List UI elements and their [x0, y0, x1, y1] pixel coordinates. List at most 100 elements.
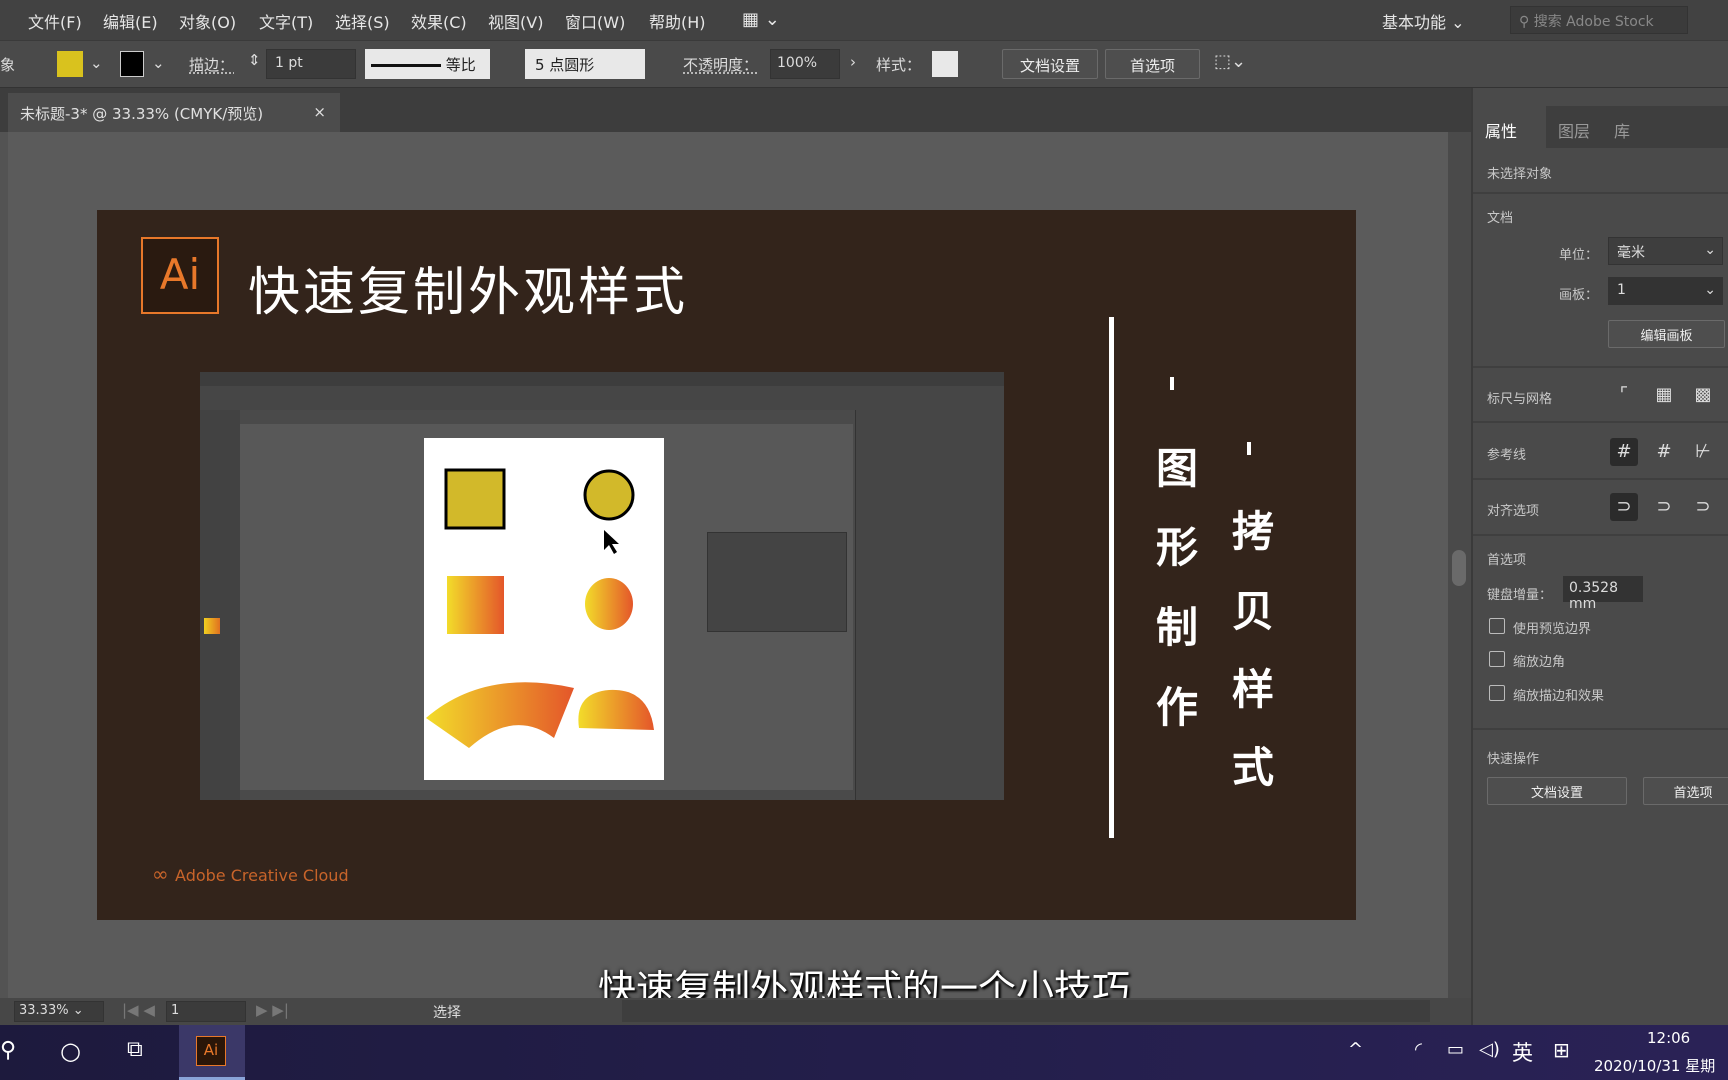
cortana-icon[interactable]: ○: [60, 1037, 81, 1065]
snap-to-pixel-icon[interactable]: ⊃: [1650, 493, 1678, 521]
menu-window[interactable]: 窗口(W): [565, 9, 625, 33]
stroke-profile-value: 等比: [445, 56, 476, 74]
zoom-select[interactable]: 33.33% ⌄: [14, 1001, 104, 1022]
layout-switcher-icon[interactable]: ▦ ⌄: [742, 9, 780, 30]
menu-file[interactable]: 文件(F): [28, 9, 82, 33]
use-preview-bounds-checkbox[interactable]: [1489, 618, 1505, 634]
quick-document-setup-button[interactable]: 文档设置: [1487, 777, 1627, 805]
zoom-value: 33.33%: [19, 1003, 69, 1018]
chevron-down-icon: ⌄: [1704, 242, 1716, 258]
battery-icon[interactable]: ▭: [1447, 1039, 1464, 1060]
tab-libraries[interactable]: 库: [1602, 106, 1658, 148]
smart-guides-icon[interactable]: ⊬: [1689, 438, 1717, 466]
document-tab-title: 未标题-3* @ 33.33% (CMYK/预览): [20, 105, 264, 123]
quick-actions-title: 快速操作: [1487, 752, 1540, 767]
properties-panel: 属性 图层 库 未选择对象 文档 单位： 毫米 ⌄ 画板： 1 ⌄ 编辑画板 标尺与…: [1471, 88, 1728, 1025]
task-view-icon[interactable]: ⧉: [127, 1037, 143, 1062]
document-section-title: 文档: [1487, 211, 1514, 226]
checkbox-label: 缩放描边和效果: [1513, 689, 1605, 704]
illustrator-icon: Ai: [196, 1036, 226, 1066]
vertical-text-char: 图: [1155, 444, 1198, 493]
gradient-circle: [585, 578, 633, 630]
tick-mark: [1170, 377, 1174, 390]
menu-object[interactable]: 对象(O): [179, 9, 236, 33]
artboard: Ai 快速复制外观样式 图 形 制 作 拷 贝 样 式 ∞ Adobe Crea…: [97, 210, 1356, 920]
artboard-label: 画板：: [1559, 288, 1599, 303]
selection-label: 象: [0, 56, 16, 74]
stroke-weight-field[interactable]: 1 pt: [266, 49, 356, 79]
stroke-stepper-icon[interactable]: ⇕: [248, 51, 261, 69]
scale-strokes-effects-checkbox[interactable]: [1489, 685, 1505, 701]
search-icon[interactable]: ⚲: [0, 1038, 16, 1063]
artboard-number: 1: [171, 1003, 180, 1018]
stroke-swatch[interactable]: [120, 51, 144, 77]
stroke-label[interactable]: 描边：: [189, 54, 234, 75]
transparency-grid-icon[interactable]: ▩: [1689, 381, 1717, 409]
current-tool-label: 选择: [433, 1005, 461, 1021]
scale-corners-checkbox[interactable]: [1489, 651, 1505, 667]
style-label: 样式：: [876, 56, 922, 74]
tab-properties[interactable]: 属性: [1473, 106, 1546, 148]
chevron-down-icon[interactable]: ⌄: [90, 54, 103, 72]
menu-help[interactable]: 帮助(H): [649, 9, 706, 33]
show-guides-icon[interactable]: #: [1610, 438, 1638, 466]
volume-icon[interactable]: ◁): [1479, 1039, 1500, 1060]
stock-search-input[interactable]: ⚲ 搜索 Adobe Stock: [1510, 6, 1688, 34]
preferences-button[interactable]: 首选项: [1105, 49, 1200, 79]
clock-date[interactable]: 2020/10/31 星期: [1594, 1055, 1715, 1076]
keyboard-increment-field[interactable]: 0.3528 mm: [1563, 576, 1643, 612]
vertical-scrollbar[interactable]: [1448, 132, 1471, 998]
clock-time[interactable]: 12:06: [1647, 1029, 1690, 1047]
next-artboard-icon[interactable]: ▶ ▶|: [256, 1001, 289, 1019]
document-tab[interactable]: 未标题-3* @ 33.33% (CMYK/预览) ×: [8, 93, 340, 132]
select-similar-icon[interactable]: ⬚⌄: [1214, 51, 1246, 72]
chevron-right-icon[interactable]: ›: [850, 53, 856, 71]
ruler-icon[interactable]: ⌜: [1610, 381, 1638, 409]
rulers-grids-label: 标尺与网格: [1487, 392, 1553, 407]
control-bar: 象 ⌄ ⌄ 描边： ⇕ 1 pt 等比 5 点圆形 不透明度： 100% › 样…: [0, 40, 1728, 88]
keyboard-increment-label: 键盘增量：: [1487, 588, 1553, 603]
artboard-value: 1: [1617, 282, 1626, 298]
stroke-profile-select[interactable]: 等比: [365, 49, 490, 79]
wifi-icon[interactable]: ◜: [1415, 1039, 1422, 1060]
quick-preferences-button[interactable]: 首选项: [1643, 777, 1728, 805]
menu-effect[interactable]: 效果(C): [411, 9, 467, 33]
menu-view[interactable]: 视图(V): [488, 9, 543, 33]
lock-guides-icon[interactable]: #: [1650, 438, 1678, 466]
chevron-down-icon[interactable]: ⌄: [152, 54, 165, 72]
chevron-up-icon[interactable]: ^: [1348, 1039, 1363, 1060]
ai-logo: Ai: [141, 237, 219, 314]
opacity-value: 100%: [777, 55, 818, 71]
style-swatch[interactable]: [932, 51, 958, 77]
grid-icon[interactable]: ▦: [1650, 381, 1678, 409]
menu-select[interactable]: 选择(S): [335, 9, 390, 33]
yellow-circle: [583, 469, 635, 521]
ime-indicator[interactable]: 英: [1512, 1037, 1533, 1067]
first-artboard-icon[interactable]: |◀ ◀: [122, 1001, 155, 1019]
brush-select[interactable]: 5 点圆形: [525, 49, 645, 79]
units-select[interactable]: 毫米 ⌄: [1608, 237, 1723, 265]
edit-artboards-button[interactable]: 编辑画板: [1608, 320, 1725, 348]
menu-edit[interactable]: 编辑(E): [103, 9, 158, 33]
opacity-field[interactable]: 100%: [770, 49, 840, 79]
fill-swatch[interactable]: [57, 51, 83, 77]
ime-mode-icon[interactable]: ⊞: [1553, 1038, 1570, 1062]
menu-type[interactable]: 文字(T): [259, 9, 313, 33]
snap-to-point-icon[interactable]: ⊃: [1610, 493, 1638, 521]
horizontal-scrollbar[interactable]: [622, 1000, 1430, 1022]
stroke-weight-value: 1 pt: [275, 55, 303, 71]
scroll-thumb[interactable]: [1452, 550, 1466, 586]
tab-layers[interactable]: 图层: [1546, 106, 1602, 148]
embedded-artboard: [424, 438, 664, 780]
close-icon[interactable]: ×: [313, 103, 326, 121]
vertical-text-char: 式: [1231, 743, 1274, 792]
preferences-section-title: 首选项: [1487, 553, 1527, 568]
workspace-switcher[interactable]: 基本功能 ⌄: [1382, 9, 1465, 33]
artboard-select[interactable]: 1: [166, 1001, 246, 1022]
divider-line: [1109, 317, 1114, 838]
document-setup-button[interactable]: 文档设置: [1002, 49, 1098, 79]
taskbar-illustrator[interactable]: Ai: [179, 1025, 245, 1080]
opacity-label[interactable]: 不透明度：: [683, 54, 758, 75]
snap-to-glyph-icon[interactable]: ⊃: [1689, 493, 1717, 521]
artboard-field[interactable]: 1 ⌄: [1608, 277, 1723, 305]
